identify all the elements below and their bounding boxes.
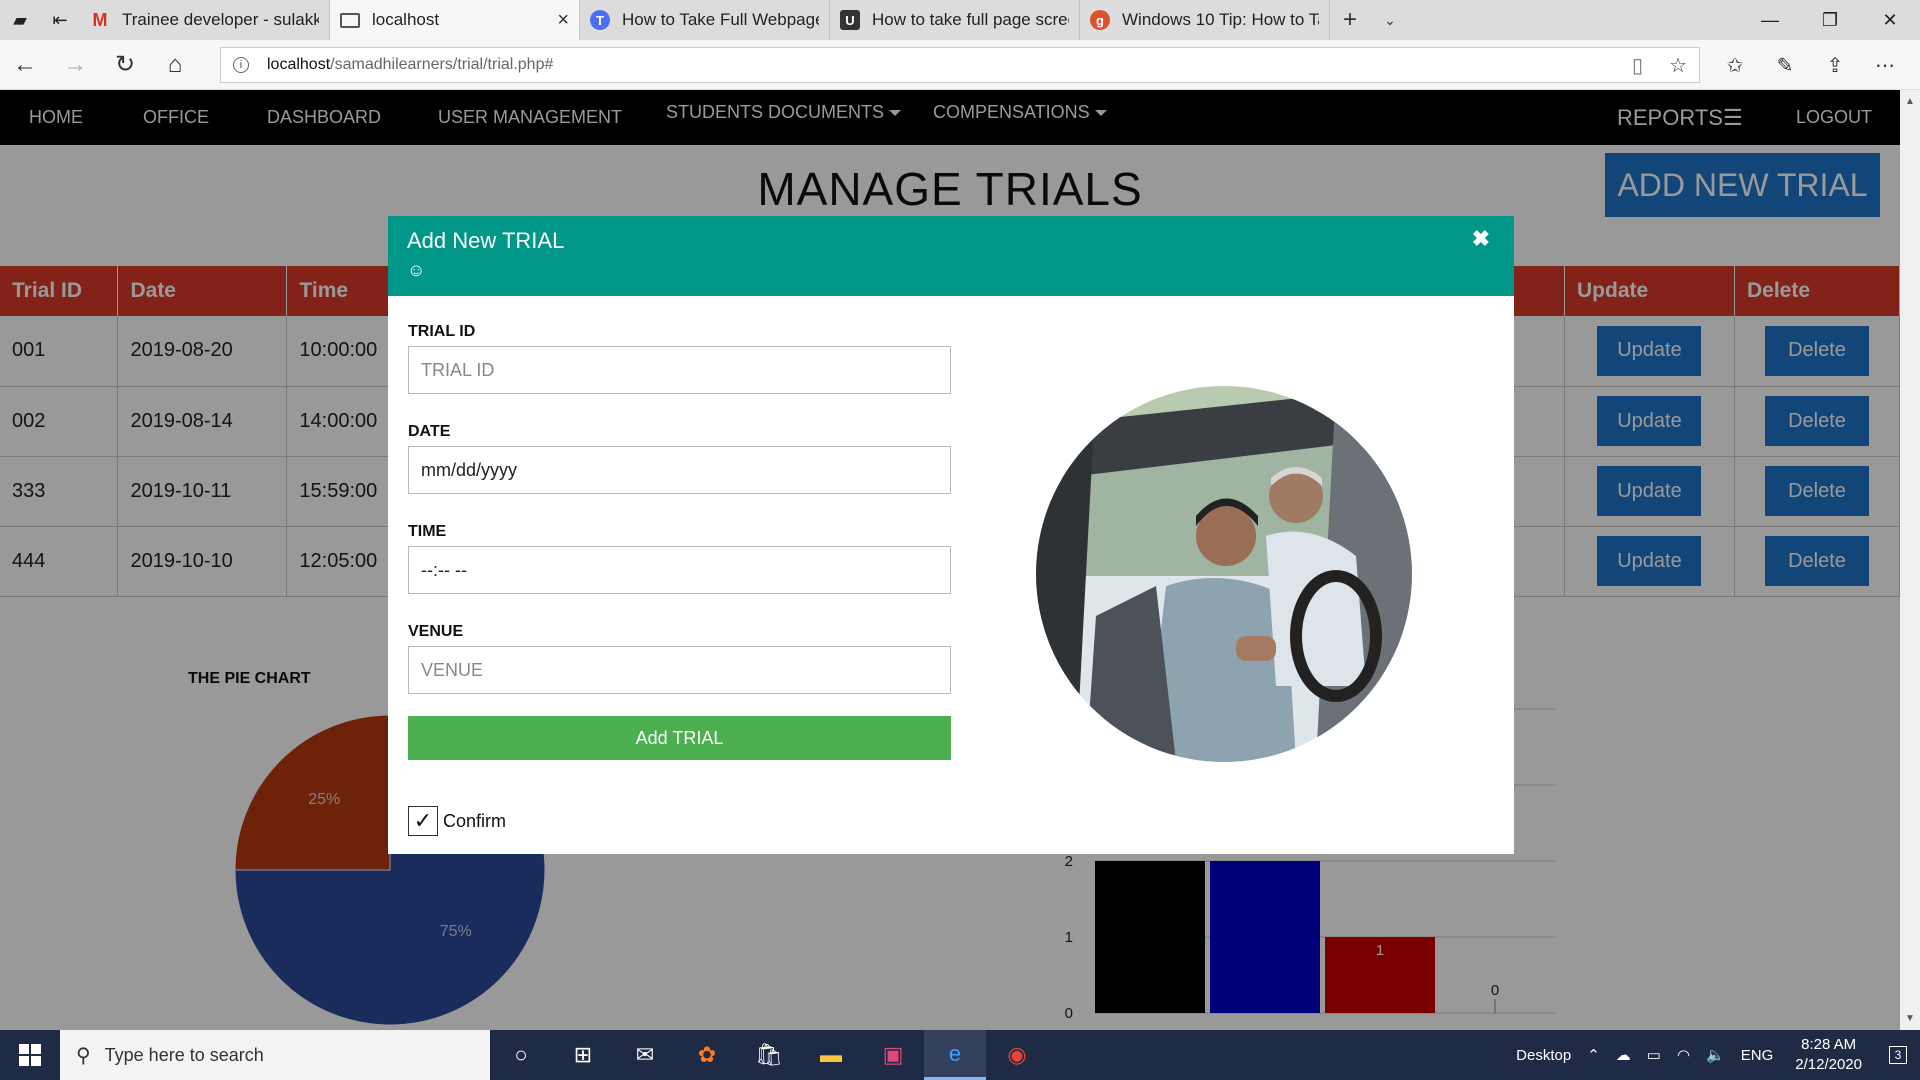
share-icon[interactable]: ⇪ (1810, 53, 1860, 78)
task-view-icon[interactable]: ⊞ (552, 1030, 614, 1080)
cortana-icon[interactable]: ○ (490, 1030, 552, 1080)
notification-icon[interactable]: 3 (1876, 1046, 1920, 1064)
page-icon (340, 12, 360, 28)
add-trial-form: TRIAL ID TRIAL ID DATE mm/dd/yyyy TIME -… (408, 316, 951, 760)
url-path: /samadhilearners/trial/trial.php# (330, 56, 554, 73)
scroll-down-icon[interactable]: ▼ (1905, 1013, 1915, 1024)
trial-id-label: TRIAL ID (408, 323, 476, 340)
site-icon: T (590, 10, 610, 30)
onedrive-icon[interactable]: ☁ (1608, 1046, 1639, 1064)
back-icon[interactable]: ← (0, 51, 50, 79)
info-icon[interactable]: i (233, 57, 249, 73)
ide-icon[interactable]: ▣ (862, 1030, 924, 1080)
wifi-icon[interactable]: ◠ (1669, 1046, 1698, 1064)
browser-tab-gmail[interactable]: M Trainee developer - sulakkai (80, 0, 330, 40)
store-icon[interactable]: 🛍 (738, 1030, 800, 1080)
time-input[interactable]: --:-- -- (408, 546, 951, 594)
language-indicator[interactable]: ENG (1733, 1047, 1782, 1064)
home-icon[interactable]: ⌂ (150, 51, 200, 79)
address-bar[interactable]: i localhost/samadhilearners/trial/trial.… (220, 47, 1700, 83)
restore-icon[interactable]: ❐ (1800, 0, 1860, 40)
browser-tab-fullpage[interactable]: T How to Take Full Webpage : (580, 0, 830, 40)
venue-label: VENUE (408, 623, 464, 640)
browser-nav-bar: ← → ↻ ⌂ i localhost/samadhilearners/tria… (0, 40, 1920, 90)
system-tray: Desktop ⌃ ☁ ▭ ◠ 🔈 ENG 8:28 AM 2/12/2020 … (1508, 1030, 1920, 1080)
favorites-icon[interactable]: ✩ (1710, 53, 1760, 78)
refresh-icon[interactable]: ↻ (100, 50, 150, 79)
volume-icon[interactable]: 🔈 (1698, 1046, 1733, 1064)
desktop-label[interactable]: Desktop (1508, 1047, 1579, 1064)
battery-icon[interactable]: ▭ (1639, 1046, 1669, 1064)
tab-actions-icon[interactable]: ▰ (0, 0, 40, 40)
chevron-up-icon[interactable]: ⌃ (1579, 1046, 1608, 1064)
checkmark-icon: ✓ (413, 808, 433, 833)
pen-icon[interactable]: ✎ (1760, 53, 1810, 78)
scroll-up-icon[interactable]: ▲ (1905, 96, 1915, 107)
forward-icon[interactable]: → (50, 51, 100, 79)
modal-header: Add New TRIAL ☺ ✖ (388, 216, 1514, 296)
confirm-checkbox[interactable]: ✓ (408, 806, 438, 836)
more-icon[interactable]: ⋯ (1860, 53, 1910, 78)
page-content: HOME OFFICE DASHBOARD USER MANAGEMENT ST… (0, 90, 1900, 1030)
gmail-icon: M (92, 9, 108, 30)
confirm-label: Confirm (443, 810, 507, 831)
venue-input[interactable]: VENUE (408, 646, 951, 694)
search-icon: ⚲ (76, 1044, 91, 1067)
chevron-down-icon[interactable]: ⌄ (1370, 0, 1410, 40)
windows-taskbar: ⚲ Type here to search ○ ⊞ ✉ ✿ 🛍 ▬ ▣ e ◉ … (0, 1030, 1920, 1080)
site-icon: g (1090, 10, 1110, 30)
page-scrollbar[interactable]: ▲ ▼ (1900, 90, 1920, 1030)
close-tab-icon[interactable]: × (557, 9, 569, 32)
close-icon[interactable]: ✖ (1472, 226, 1490, 252)
browser-tab-win10[interactable]: g Windows 10 Tip: How to Tal (1080, 0, 1330, 40)
file-explorer-icon[interactable]: ▬ (800, 1030, 862, 1080)
notification-count: 3 (1888, 1046, 1908, 1064)
site-icon: U (840, 10, 860, 30)
minimize-icon[interactable]: — (1740, 0, 1800, 40)
browser-tab-bar: ▰ ⇤ M Trainee developer - sulakkai local… (0, 0, 1920, 40)
new-tab-icon[interactable]: + (1330, 0, 1370, 40)
taskbar-clock[interactable]: 8:28 AM 2/12/2020 (1781, 1035, 1876, 1075)
chrome-icon[interactable]: ◉ (986, 1030, 1048, 1080)
browser-tab-localhost[interactable]: localhost × (330, 0, 580, 40)
tab-back-icon[interactable]: ⇤ (40, 0, 80, 40)
confirm-checkbox-row[interactable]: ✓ Confirm (408, 806, 506, 836)
date-input[interactable]: mm/dd/yyyy (408, 446, 951, 494)
xampp-icon[interactable]: ✿ (676, 1030, 738, 1080)
trial-id-input[interactable]: TRIAL ID (408, 346, 951, 394)
add-trial-modal: Add New TRIAL ☺ ✖ TRIAL ID TRIAL ID DATE… (388, 216, 1514, 854)
smile-icon: ☺ (407, 260, 426, 280)
windows-start-icon[interactable] (0, 1030, 60, 1080)
time-label: TIME (408, 523, 447, 540)
reading-view-icon[interactable]: ▯ (1632, 53, 1643, 78)
mail-icon[interactable]: ✉ (614, 1030, 676, 1080)
browser-tab-screenshot[interactable]: U How to take full page screen (830, 0, 1080, 40)
modal-title: Add New TRIAL (407, 228, 565, 253)
driving-photo-illustration (1036, 386, 1412, 762)
add-trial-button[interactable]: Add TRIAL (408, 716, 951, 760)
driving-lesson-photo (1036, 386, 1412, 762)
url-host: localhost (267, 56, 331, 73)
edge-icon[interactable]: e (924, 1030, 986, 1080)
star-icon[interactable]: ☆ (1669, 53, 1687, 78)
clock-time: 8:28 AM (1801, 1036, 1857, 1053)
clock-date: 2/12/2020 (1795, 1056, 1862, 1073)
date-label: DATE (408, 423, 451, 440)
taskbar-search-box[interactable]: ⚲ Type here to search (60, 1030, 490, 1080)
close-window-icon[interactable]: ✕ (1860, 0, 1920, 40)
